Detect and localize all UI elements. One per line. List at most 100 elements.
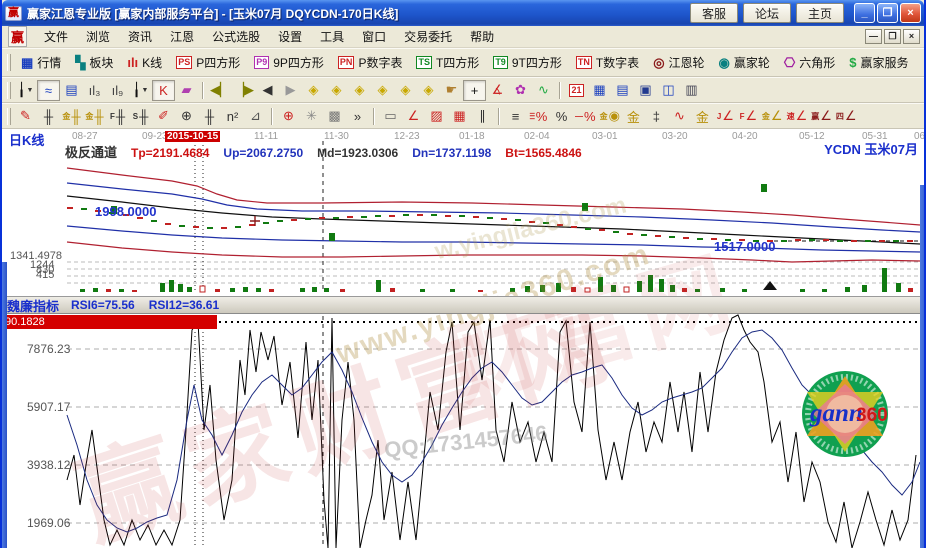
tool-gold-ruler-b[interactable]: 金╫ <box>83 106 106 127</box>
tool-hexagon[interactable]: ⎔六角形 <box>777 51 842 74</box>
minimize-button[interactable]: _ <box>854 3 875 23</box>
tool-box-grid[interactable]: ▦ <box>448 106 471 127</box>
tool-9t-square[interactable]: T99T四方形 <box>486 51 569 74</box>
tool-first-page[interactable]: ◀▏ <box>208 80 232 101</box>
tool-time-price-tool[interactable]: ‡ <box>645 106 668 127</box>
tool-n-square[interactable]: n² <box>221 106 244 127</box>
chart-canvas[interactable]: 赢家财富网 财富网 www.yingjia360.com w.yingjia36… <box>2 129 926 548</box>
tool-gold-bar[interactable]: 金 <box>691 106 714 127</box>
tool-parallel-lines[interactable]: ∥ <box>471 106 494 127</box>
tool-color-volume[interactable]: ▰ <box>175 80 198 101</box>
tool-9p-square[interactable]: P99P四方形 <box>247 51 331 74</box>
tool-wave-tool[interactable]: ∿ <box>532 80 555 101</box>
tool-bars-9[interactable]: ıl₉ <box>106 80 129 101</box>
tool-plain-ruler[interactable]: ╫ <box>198 106 221 127</box>
tool-winner-service[interactable]: $赢家服务 <box>842 51 915 74</box>
menu-item[interactable]: 交易委托 <box>395 26 461 47</box>
tool-next-bar[interactable]: ▶ <box>279 80 302 101</box>
tool-diamond-left[interactable]: ◈ <box>302 80 325 101</box>
mdi-button-2[interactable]: × <box>903 29 920 44</box>
tool-j-angle[interactable]: J∠ <box>714 106 737 127</box>
tool-diamond-star[interactable]: ◈ <box>394 80 417 101</box>
tool-info-panel[interactable]: ▤ <box>60 80 83 101</box>
tool-candle-width[interactable]: ╽▼ <box>129 80 152 101</box>
tool-percent-line[interactable]: —% <box>573 106 598 127</box>
tool-star-burst[interactable]: ✳ <box>300 106 323 127</box>
tool-speed-angle[interactable]: 速∠ <box>785 106 810 127</box>
tool-bars-3[interactable]: ıl₃ <box>83 80 106 101</box>
maximize-button[interactable]: ❐ <box>877 3 898 23</box>
tool-f-ruler[interactable]: F╫ <box>106 106 129 127</box>
tool-gold-ruler-a[interactable]: 金╫ <box>60 106 83 127</box>
tool-diamond-shrink[interactable]: ◈ <box>371 80 394 101</box>
tool-square-spiral[interactable]: ▩ <box>323 106 346 127</box>
tool-save[interactable]: ▣ <box>634 80 657 101</box>
tool-percent[interactable]: % <box>550 106 573 127</box>
tool-drag-hand[interactable]: ☛ <box>440 80 463 101</box>
tool-f-angle[interactable]: F∠ <box>737 106 760 127</box>
tool-brush[interactable]: ✎ <box>14 106 37 127</box>
mdi-button-1[interactable]: ❐ <box>884 29 901 44</box>
quick-button-2[interactable]: 主页 <box>796 3 844 23</box>
menu-item[interactable]: 窗口 <box>353 26 395 47</box>
tool-price-ladder[interactable]: ≡ <box>504 106 527 127</box>
tool-more-tools[interactable]: » <box>346 106 369 127</box>
tool-t-square[interactable]: TST四方形 <box>409 51 486 74</box>
tool-s-ruler[interactable]: S╫ <box>129 106 152 127</box>
tool-system-tool[interactable]: ▥ <box>680 80 703 101</box>
menu-item[interactable]: 浏览 <box>77 26 119 47</box>
menu-item[interactable]: 工具 <box>311 26 353 47</box>
mdi-button-0[interactable]: — <box>865 29 882 44</box>
tool-percent-retrace[interactable]: Ⲷ% <box>527 106 550 127</box>
menu-item[interactable]: 资讯 <box>119 26 161 47</box>
menu-item[interactable]: 江恩 <box>161 26 203 47</box>
tool-calculator[interactable]: ▦ <box>588 80 611 101</box>
candle <box>81 208 87 210</box>
tool-sectors[interactable]: ▚板块 <box>68 51 120 74</box>
tool-pen-ruler[interactable]: ✐ <box>152 106 175 127</box>
tool-compass-angle[interactable]: ⊿ <box>244 106 267 127</box>
tool-prev-bar[interactable]: ◀ <box>256 80 279 101</box>
tool-gold-section[interactable]: 金◉ <box>598 106 622 127</box>
tool-diamond-right[interactable]: ◈ <box>325 80 348 101</box>
tool-circle-count[interactable]: ⊕ <box>175 106 198 127</box>
tool-diamond-expand[interactable]: ◈ <box>348 80 371 101</box>
menu-item[interactable]: 设置 <box>269 26 311 47</box>
quick-button-1[interactable]: 论坛 <box>743 3 791 23</box>
tool-p-number-table[interactable]: PNP数字表 <box>331 51 410 74</box>
tool-t-number-table[interactable]: TNT数字表 <box>569 51 646 74</box>
tool-four-angle[interactable]: 四∠ <box>834 106 859 127</box>
tool-restore-k[interactable]: K <box>152 80 175 101</box>
tool-crosshair[interactable]: + <box>463 80 486 101</box>
menu-item[interactable]: 文件 <box>35 26 77 47</box>
quick-button-0[interactable]: 客服 <box>690 3 738 23</box>
tool-fan-lines[interactable]: ∠ <box>402 106 425 127</box>
tool-calendar[interactable]: 21 <box>565 80 588 101</box>
tool-box-rect[interactable]: ▭ <box>379 106 402 127</box>
rsi-panel-header[interactable]: 魏廉指标 RSI6=75.56RSI12=36.61 <box>2 296 926 314</box>
tool-angle-mark[interactable]: ∡ <box>486 80 509 101</box>
tool-gann-flower[interactable]: ✿ <box>509 80 532 101</box>
close-button[interactable]: × <box>900 3 921 23</box>
tool-gold-line[interactable]: 金 <box>622 106 645 127</box>
tool-wave-count[interactable]: ∿ <box>668 106 691 127</box>
tool-gold-angle[interactable]: 金∠ <box>760 106 785 127</box>
tool-p-square[interactable]: PSP四方形 <box>169 51 247 74</box>
tool-compress-curve[interactable]: ≈ <box>37 80 60 101</box>
tool-gann-wheel[interactable]: ◎江恩轮 <box>646 51 711 74</box>
tool-ruler-lines[interactable]: ╫ <box>37 106 60 127</box>
tool-kline-style[interactable]: ╽▼ <box>14 80 37 101</box>
tool-send-chart[interactable]: ◫ <box>657 80 680 101</box>
tool-box-fan[interactable]: ▨ <box>425 106 448 127</box>
tool-winner-wheel[interactable]: ◉赢家轮 <box>712 51 777 74</box>
tool-gann-circle[interactable]: ⊕ <box>277 106 300 127</box>
tool-diamond-cross[interactable]: ◈ <box>417 80 440 101</box>
tool-kline[interactable]: ılıK线 <box>120 51 169 74</box>
tool-last-page[interactable]: ▕▶ <box>232 80 256 101</box>
right-scrollbar-strip[interactable] <box>920 185 926 548</box>
tool-quotes[interactable]: ▦行情 <box>14 51 68 74</box>
menu-item[interactable]: 公式选股 <box>203 26 269 47</box>
menu-item[interactable]: 帮助 <box>461 26 503 47</box>
tool-win-angle[interactable]: 赢∠ <box>809 106 834 127</box>
tool-memo[interactable]: ▤ <box>611 80 634 101</box>
